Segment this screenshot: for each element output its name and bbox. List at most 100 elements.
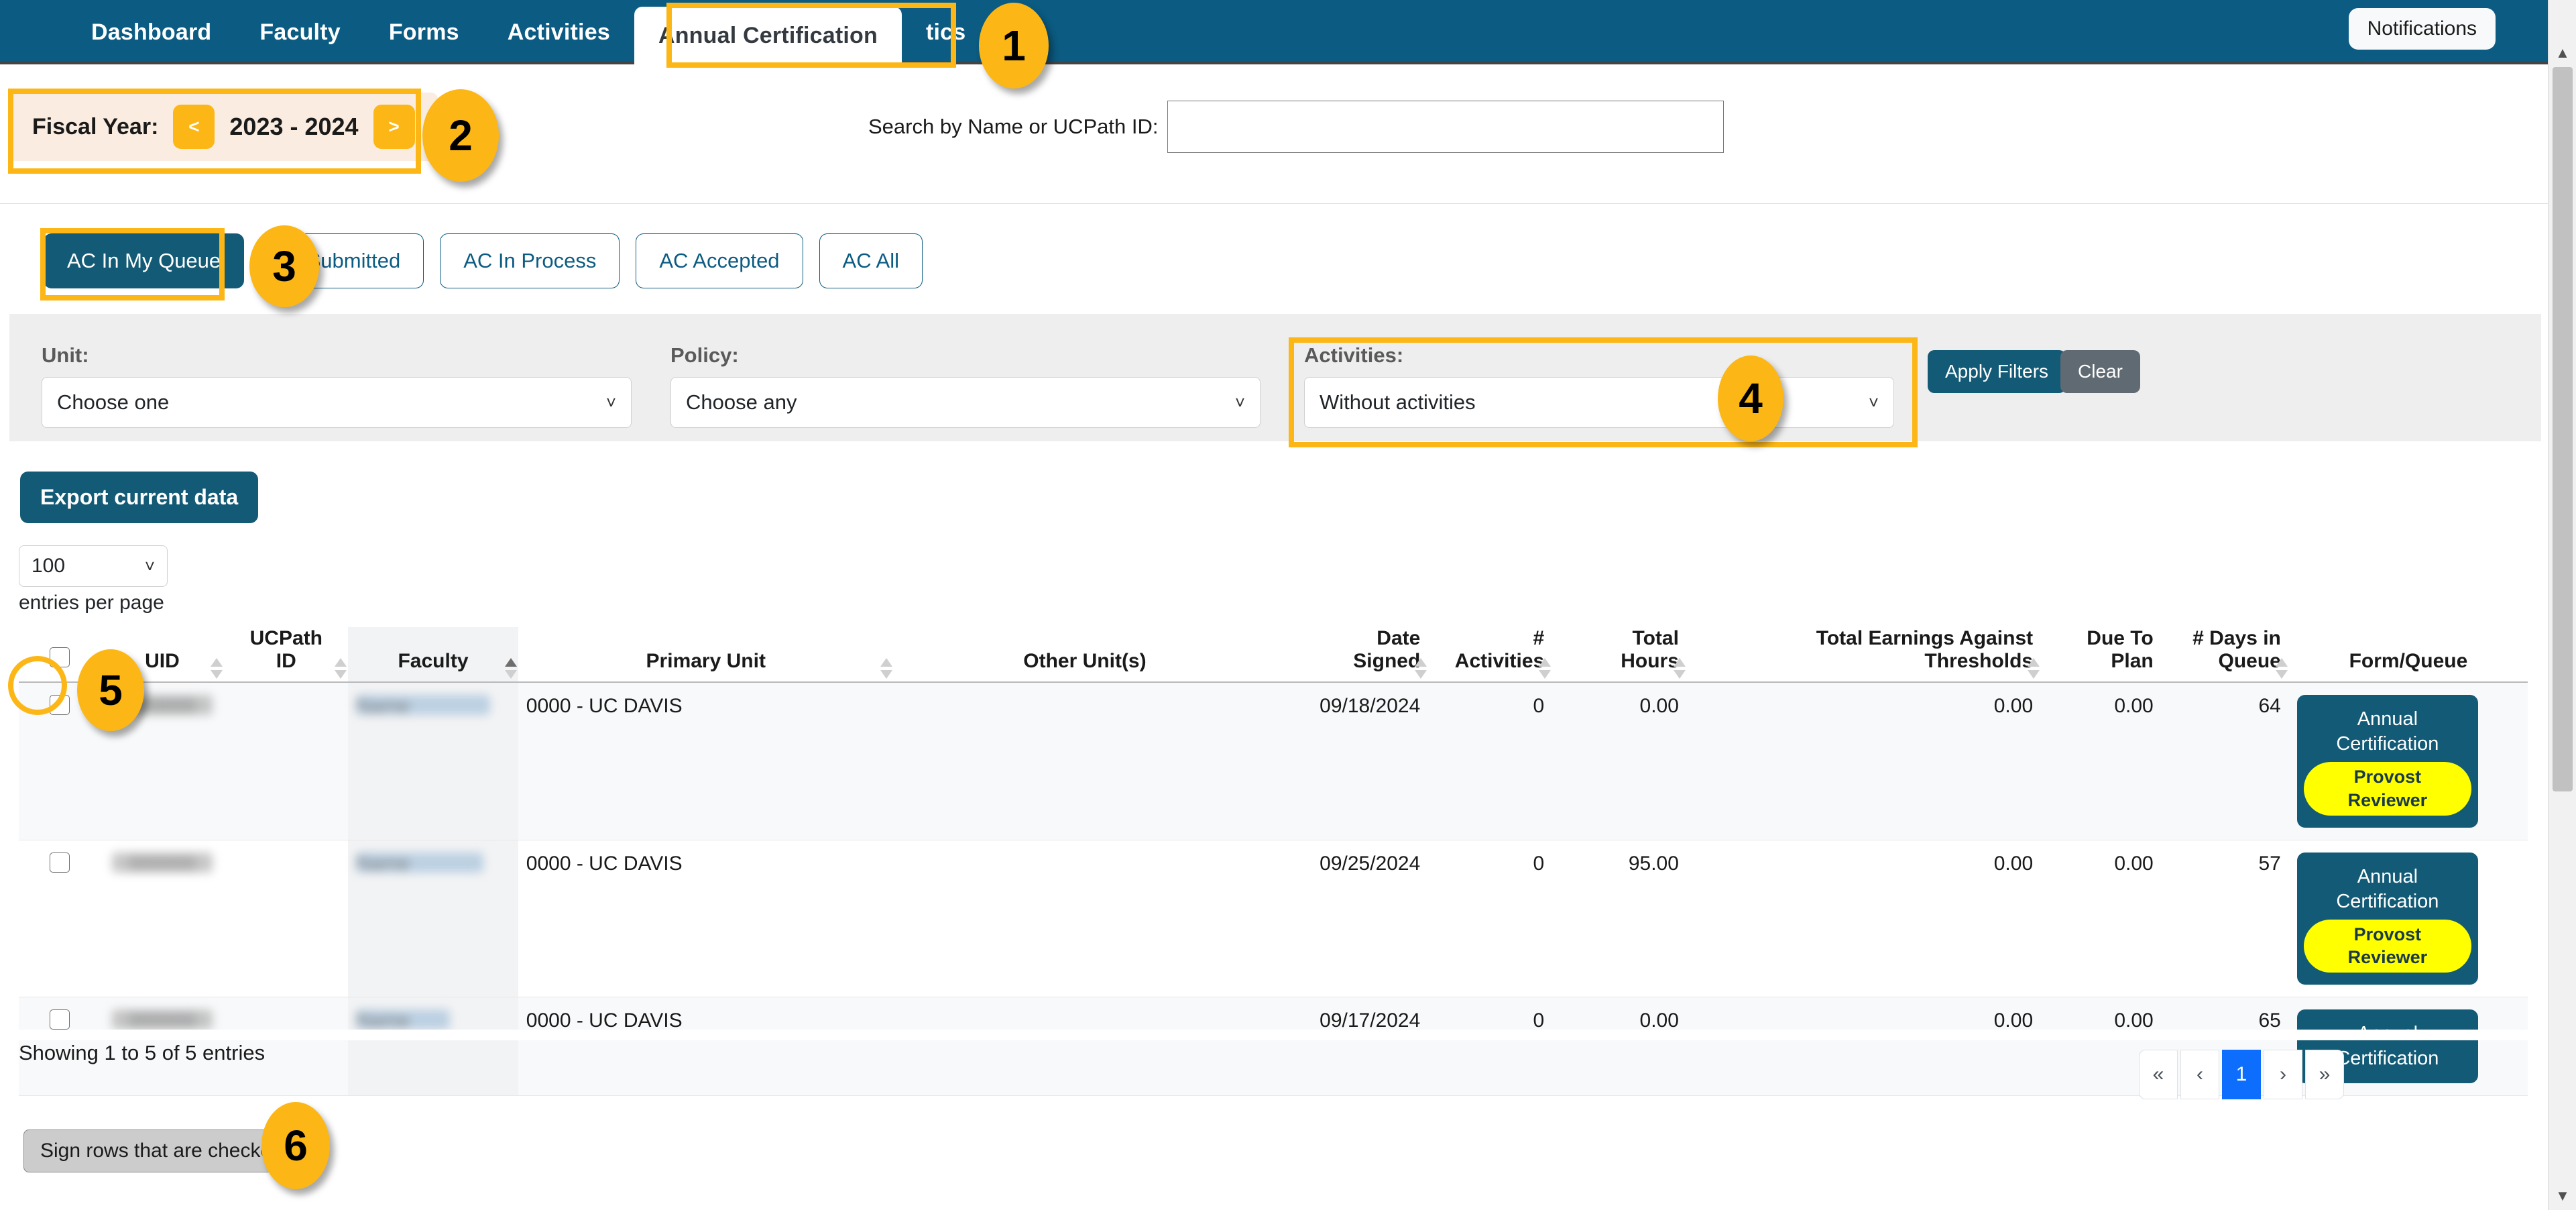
pagination-next-button[interactable]: › xyxy=(2264,1050,2302,1099)
th-due-to-plan[interactable]: Due ToPlan xyxy=(2041,627,2162,682)
nav-item-faculty[interactable]: Faculty xyxy=(235,0,364,64)
fiscal-year-prev-button[interactable]: < xyxy=(173,105,215,149)
cell-faculty: Name xyxy=(348,840,518,997)
row-checkbox-cell[interactable] xyxy=(19,840,100,997)
nav-item-forms[interactable]: Forms xyxy=(365,0,483,64)
callout-bubble-4: 4 xyxy=(1718,355,1783,441)
th-label: Form/Queue xyxy=(2349,650,2468,672)
th-faculty[interactable]: Faculty xyxy=(348,627,518,682)
th-form-queue[interactable]: Form/Queue xyxy=(2289,627,2528,682)
th-num-activities[interactable]: #Activities xyxy=(1428,627,1552,682)
table-header-row: UID UCPathID Faculty Primary Unit Other … xyxy=(19,627,2528,682)
pagination-prev-button[interactable]: ‹ xyxy=(2180,1050,2219,1099)
tab-ac-in-process[interactable]: AC In Process xyxy=(440,233,620,288)
chevron-down-icon: ˅ xyxy=(145,556,155,577)
form-button-label: Annual Certification xyxy=(2336,866,2439,912)
th-days-in-queue[interactable]: # Days inQueue xyxy=(2162,627,2289,682)
th-label: Other Unit(s) xyxy=(1023,650,1146,672)
scroll-down-arrow-icon[interactable]: ▼ xyxy=(2549,1182,2576,1210)
select-all-checkbox[interactable] xyxy=(50,647,70,667)
callout-bubble-5: 5 xyxy=(77,649,144,731)
pagination-last-button[interactable]: » xyxy=(2305,1050,2344,1099)
nav-item-analytics[interactable]: tics xyxy=(902,0,990,64)
sign-checked-rows-button[interactable]: Sign rows that are checked xyxy=(23,1130,300,1172)
filter-activities-select[interactable]: Without activities ˅ xyxy=(1304,377,1894,428)
th-ucpath-id[interactable]: UCPathID xyxy=(224,627,348,682)
th-label: Faculty xyxy=(398,650,468,672)
nav-item-label: Faculty xyxy=(259,19,340,46)
tab-ac-accepted[interactable]: AC Accepted xyxy=(636,233,803,288)
cell-total-earnings: 0.00 xyxy=(1687,997,2041,1095)
pagination: « ‹ 1 › » xyxy=(2139,1050,2344,1099)
cell-faculty: Name xyxy=(348,997,518,1095)
cell-num-activities: 0 xyxy=(1428,997,1552,1095)
provost-reviewer-badge: Provost Reviewer xyxy=(2304,920,2471,973)
nav-item-label: Annual Certification xyxy=(658,23,878,49)
fiscal-year-label: Fiscal Year: xyxy=(32,114,158,140)
filter-unit-select[interactable]: Choose one ˅ xyxy=(42,377,632,428)
cell-form-queue[interactable]: Annual Certification Provost Reviewer xyxy=(2289,840,2528,997)
redacted-uid: 000000 xyxy=(112,1009,213,1030)
nav-item-dashboard[interactable]: Dashboard xyxy=(67,0,235,64)
notifications-button[interactable]: Notifications xyxy=(2349,8,2496,50)
th-date-signed[interactable]: DateSigned xyxy=(1276,627,1428,682)
pagination-page-1-button[interactable]: 1 xyxy=(2222,1050,2261,1099)
filter-policy-select[interactable]: Choose any ˅ xyxy=(670,377,1261,428)
entries-per-page-value: 100 xyxy=(32,555,65,578)
table-row[interactable]: 000000 Name 0000 - UC DAVIS 09/18/2024 0… xyxy=(19,682,2528,840)
filter-unit-label: Unit: xyxy=(42,343,632,368)
entries-per-page-label: entries per page xyxy=(19,592,164,614)
nav-item-annual-certification[interactable]: Annual Certification xyxy=(634,7,902,64)
annual-certification-form-button[interactable]: Annual Certification Provost Reviewer xyxy=(2297,852,2478,985)
entries-per-page-select[interactable]: 100 ˅ xyxy=(19,545,168,587)
pagination-first-button[interactable]: « xyxy=(2139,1050,2178,1099)
table-row[interactable]: 000000 Name 0000 - UC DAVIS 09/25/2024 0… xyxy=(19,840,2528,997)
redacted-faculty-name: Name xyxy=(356,1009,450,1030)
search-row: Search by Name or UCPath ID: xyxy=(868,101,1724,153)
nav-item-label: tics xyxy=(926,19,965,46)
row-select-checkbox[interactable] xyxy=(50,852,70,873)
row-select-checkbox[interactable] xyxy=(50,1009,70,1030)
search-input[interactable] xyxy=(1167,101,1724,153)
th-total-earnings-against-thresholds[interactable]: Total Earnings AgainstThresholds xyxy=(1687,627,2041,682)
provost-reviewer-badge: Provost Reviewer xyxy=(2304,762,2471,815)
scroll-up-arrow-icon[interactable]: ▲ xyxy=(2549,39,2576,67)
chevron-down-icon: ˅ xyxy=(1869,392,1879,413)
nav-item-activities[interactable]: Activities xyxy=(483,0,634,64)
tab-ac-all[interactable]: AC All xyxy=(819,233,923,288)
vertical-scrollbar[interactable]: ▲ ▼ xyxy=(2548,0,2576,1210)
th-other-units[interactable]: Other Unit(s) xyxy=(894,627,1276,682)
filter-activities-group: Activities: Without activities ˅ xyxy=(1304,343,1894,428)
annual-certification-form-button[interactable]: Annual Certification Provost Reviewer xyxy=(2297,695,2478,827)
filter-activities-label: Activities: xyxy=(1304,343,1894,368)
showing-entries-text: Showing 1 to 5 of 5 entries xyxy=(19,1041,265,1065)
cell-due-to-plan: 0.00 xyxy=(2041,840,2162,997)
cell-date-signed: 09/17/2024 xyxy=(1276,997,1428,1095)
form-button-label: Annual Certification xyxy=(2336,708,2439,755)
cell-primary-unit: 0000 - UC DAVIS xyxy=(518,682,894,840)
cell-other-units xyxy=(894,682,1276,840)
annual-certification-table-wrap: UID UCPathID Faculty Primary Unit Other … xyxy=(19,627,2528,1096)
cell-form-queue[interactable]: Annual Certification Provost Reviewer xyxy=(2289,682,2528,840)
scrollbar-thumb[interactable] xyxy=(2553,67,2573,791)
cell-total-hours: 0.00 xyxy=(1552,682,1687,840)
cell-total-earnings: 0.00 xyxy=(1687,840,2041,997)
cell-uid: 000000 xyxy=(100,840,224,997)
cell-primary-unit: 0000 - UC DAVIS xyxy=(518,840,894,997)
tab-ac-in-my-queue[interactable]: AC In My Queue xyxy=(44,233,244,288)
apply-filters-button[interactable]: Apply Filters xyxy=(1928,350,2066,393)
nav-item-label: Dashboard xyxy=(91,19,211,46)
row-select-checkbox[interactable] xyxy=(50,695,70,715)
cell-date-signed: 09/25/2024 xyxy=(1276,840,1428,997)
cell-due-to-plan: 0.00 xyxy=(2041,682,2162,840)
filter-policy-label: Policy: xyxy=(670,343,1261,368)
fiscal-year-next-button[interactable]: > xyxy=(373,105,415,149)
clear-filters-button[interactable]: Clear xyxy=(2060,350,2140,393)
cell-faculty: Name xyxy=(348,682,518,840)
cell-ucpath-id xyxy=(224,840,348,997)
th-primary-unit[interactable]: Primary Unit xyxy=(518,627,894,682)
fiscal-year-selector: Fiscal Year: < 2023 - 2024 > xyxy=(9,93,438,161)
export-current-data-button[interactable]: Export current data xyxy=(20,472,258,523)
annual-certification-table: UID UCPathID Faculty Primary Unit Other … xyxy=(19,627,2528,1096)
th-total-hours[interactable]: TotalHours xyxy=(1552,627,1687,682)
